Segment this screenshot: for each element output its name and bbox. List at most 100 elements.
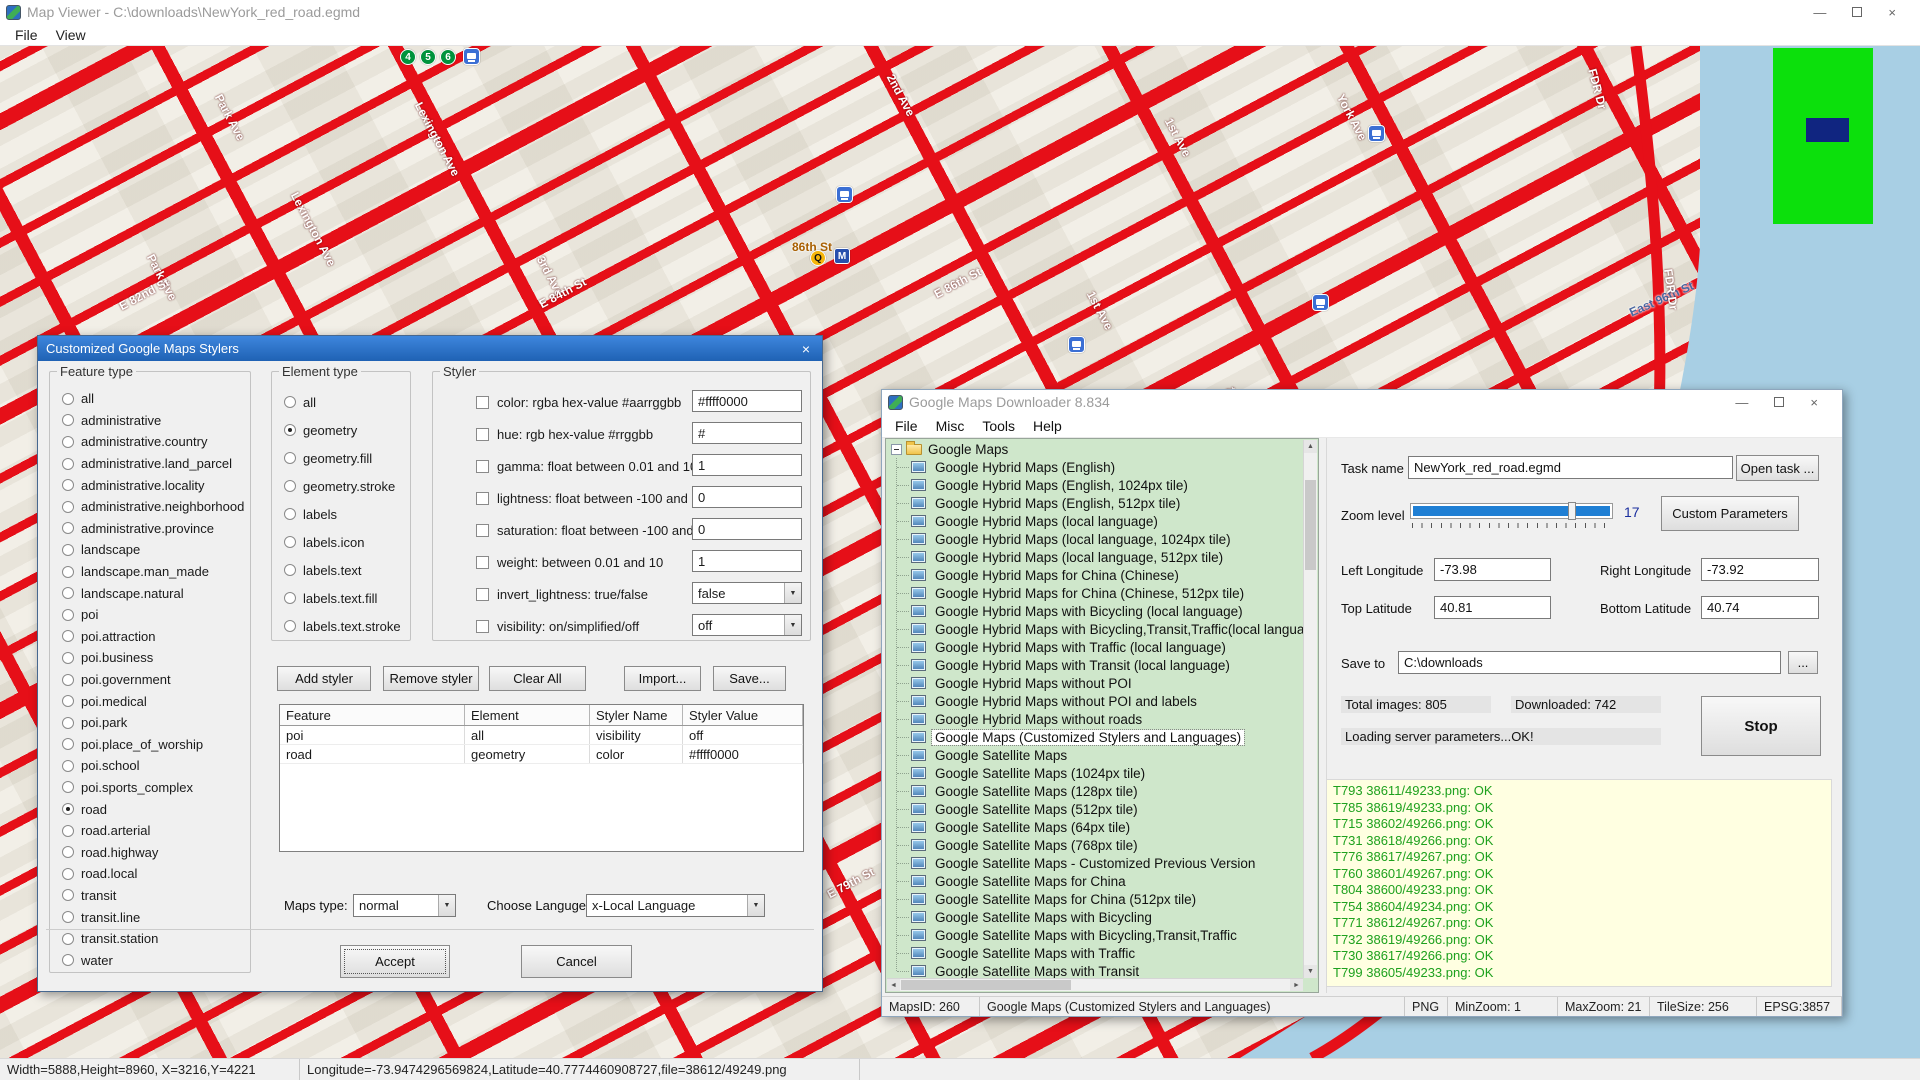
feature-type-option[interactable]: administrative.locality	[50, 474, 250, 496]
radio-icon[interactable]	[62, 760, 74, 772]
minimize-icon[interactable]: —	[1735, 396, 1748, 409]
radio-icon[interactable]	[62, 954, 74, 966]
radio-icon[interactable]	[62, 566, 74, 578]
styler-checkbox[interactable]	[476, 588, 489, 601]
tree-item[interactable]: Google Hybrid Maps for China (Chinese, 5…	[887, 584, 1303, 602]
feature-type-option[interactable]: transit.station	[50, 928, 250, 950]
right-longitude-input[interactable]	[1701, 558, 1819, 581]
tree-root-item[interactable]: Google Maps	[887, 440, 1303, 458]
styler-value-field[interactable]: 1 ▼	[692, 550, 802, 572]
scroll-left-icon[interactable]: ◄	[887, 979, 900, 991]
tree-item[interactable]: Google Satellite Maps with Traffic	[887, 944, 1303, 962]
dropdown-arrow-icon[interactable]: ▼	[438, 895, 455, 916]
tree-expander-icon[interactable]	[891, 444, 902, 455]
table-row[interactable]: road geometry color #ffff0000	[280, 745, 803, 764]
styler-checkbox[interactable]	[476, 492, 489, 505]
radio-icon[interactable]	[284, 480, 296, 492]
open-task-button[interactable]: Open task ...	[1736, 455, 1819, 481]
radio-icon[interactable]	[62, 825, 74, 837]
feature-type-option[interactable]: poi.business	[50, 647, 250, 669]
tree-item[interactable]: Google Satellite Maps for China (512px t…	[887, 890, 1303, 908]
tree-item[interactable]: Google Satellite Maps (128px tile)	[887, 782, 1303, 800]
slider-thumb[interactable]	[1568, 502, 1576, 520]
custom-parameters-button[interactable]: Custom Parameters	[1661, 496, 1799, 531]
styler-checkbox[interactable]	[476, 428, 489, 441]
styler-checkbox[interactable]	[476, 396, 489, 409]
element-type-option[interactable]: labels.text	[272, 556, 410, 584]
feature-type-option[interactable]: landscape.man_made	[50, 561, 250, 583]
radio-icon[interactable]	[62, 674, 74, 686]
menu-item[interactable]: Tools	[973, 417, 1024, 435]
radio-icon[interactable]	[62, 738, 74, 750]
tree-item[interactable]: Google Hybrid Maps without POI	[887, 674, 1303, 692]
feature-type-option[interactable]: transit	[50, 885, 250, 907]
styler-action-button[interactable]: Clear All	[489, 666, 586, 691]
styler-value-field[interactable]: 0 ▼	[692, 518, 802, 540]
feature-type-option[interactable]: poi.park	[50, 712, 250, 734]
cancel-button[interactable]: Cancel	[521, 945, 632, 978]
tree-item[interactable]: Google Maps (Customized Stylers and Lang…	[887, 728, 1303, 746]
radio-icon[interactable]	[284, 536, 296, 548]
tree-item[interactable]: Google Hybrid Maps (English)	[887, 458, 1303, 476]
feature-type-option[interactable]: landscape	[50, 539, 250, 561]
element-type-option[interactable]: labels.text.stroke	[272, 612, 410, 640]
minimize-icon[interactable]: —	[1813, 6, 1826, 19]
tree-item[interactable]: Google Satellite Maps (1024px tile)	[887, 764, 1303, 782]
left-longitude-input[interactable]	[1434, 558, 1551, 581]
maps-type-select[interactable]: normal ▼	[353, 894, 456, 917]
element-type-option[interactable]: geometry	[272, 416, 410, 444]
styler-action-button[interactable]: Import...	[624, 666, 701, 691]
feature-type-option[interactable]: road.local	[50, 863, 250, 885]
language-select[interactable]: x-Local Language ▼	[586, 894, 765, 917]
tree-item[interactable]: Google Satellite Maps (64px tile)	[887, 818, 1303, 836]
feature-type-option[interactable]: poi.sports_complex	[50, 777, 250, 799]
tree-item[interactable]: Google Satellite Maps (768px tile)	[887, 836, 1303, 854]
tree-item[interactable]: Google Hybrid Maps with Traffic (local l…	[887, 638, 1303, 656]
feature-type-option[interactable]: poi.government	[50, 669, 250, 691]
feature-type-option[interactable]: poi	[50, 604, 250, 626]
feature-type-option[interactable]: landscape.natural	[50, 582, 250, 604]
tree-item[interactable]: Google Hybrid Maps (local language)	[887, 512, 1303, 530]
tree-vertical-scrollbar[interactable]: ▲ ▼	[1303, 440, 1317, 978]
menu-item[interactable]: File	[6, 26, 47, 44]
styler-value-field[interactable]: 1 ▼	[692, 454, 802, 476]
downloader-titlebar[interactable]: Google Maps Downloader 8.834 — ×	[882, 390, 1842, 414]
close-icon[interactable]: ×	[798, 341, 814, 357]
feature-type-option[interactable]: administrative.neighborhood	[50, 496, 250, 518]
scrollbar-thumb[interactable]	[901, 980, 1071, 990]
radio-icon[interactable]	[62, 695, 74, 707]
stylers-dialog-titlebar[interactable]: Customized Google Maps Stylers ×	[38, 336, 822, 361]
task-name-input[interactable]	[1408, 456, 1733, 479]
feature-type-option[interactable]: road.arterial	[50, 820, 250, 842]
scroll-up-icon[interactable]: ▲	[1304, 440, 1317, 453]
feature-type-option[interactable]: poi.place_of_worship	[50, 734, 250, 756]
styler-checkbox[interactable]	[476, 524, 489, 537]
tree-item[interactable]: Google Hybrid Maps (local language, 512p…	[887, 548, 1303, 566]
styler-value-field[interactable]: false ▼	[692, 582, 802, 604]
feature-type-option[interactable]: all	[50, 388, 250, 410]
tree-item[interactable]: Google Hybrid Maps (English, 1024px tile…	[887, 476, 1303, 494]
styler-value-field[interactable]: #ffff0000 ▼	[692, 390, 802, 412]
radio-icon[interactable]	[62, 501, 74, 513]
tree-item[interactable]: Google Hybrid Maps (English, 512px tile)	[887, 494, 1303, 512]
tree-item[interactable]: Google Satellite Maps (512px tile)	[887, 800, 1303, 818]
styler-value-field[interactable]: 0 ▼	[692, 486, 802, 508]
radio-icon[interactable]	[62, 630, 74, 642]
tree-item[interactable]: Google Satellite Maps with Bicycling	[887, 908, 1303, 926]
dropdown-arrow-icon[interactable]: ▼	[747, 895, 764, 916]
tree-item[interactable]: Google Satellite Maps - Customized Previ…	[887, 854, 1303, 872]
map-viewer-titlebar[interactable]: Map Viewer - C:\downloads\NewYork_red_ro…	[0, 0, 1920, 24]
radio-icon[interactable]	[62, 652, 74, 664]
styler-value-field[interactable]: off ▼	[692, 614, 802, 636]
tree-item[interactable]: Google Hybrid Maps (local language, 1024…	[887, 530, 1303, 548]
scroll-right-icon[interactable]: ►	[1290, 979, 1303, 991]
feature-type-option[interactable]: road.highway	[50, 841, 250, 863]
radio-icon[interactable]	[62, 781, 74, 793]
radio-icon[interactable]	[62, 522, 74, 534]
styler-action-button[interactable]: Add styler	[277, 666, 371, 691]
close-icon[interactable]: ×	[1810, 396, 1818, 409]
radio-icon[interactable]	[62, 868, 74, 880]
bottom-latitude-input[interactable]	[1701, 596, 1819, 619]
radio-icon[interactable]	[62, 889, 74, 901]
dropdown-arrow-icon[interactable]: ▼	[784, 615, 801, 635]
